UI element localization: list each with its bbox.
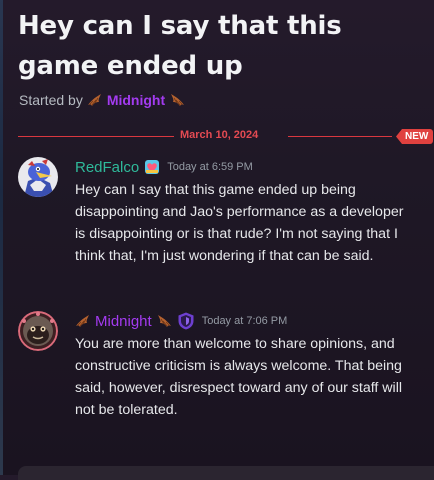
divider-date: March 10, 2024 [180,129,259,141]
username-redfalco[interactable]: RedFalco [75,159,139,176]
message-content: You are more than welcome to share opini… [75,336,402,418]
divider-line-left [18,136,174,137]
avatar-midnight[interactable] [18,311,58,351]
wing-icon [76,315,89,327]
wing-icon [171,94,185,106]
left-edge-strip [0,0,3,475]
message-item: Midnight Today at 7:06 PM You are more t… [18,311,424,447]
midnight-avatar-icon [18,311,58,351]
starter-name-link[interactable]: Midnight [107,92,165,108]
message-timestamp: Today at 7:06 PM [201,315,288,327]
message-item: RedFalco Today at 6:59 PM Hey can I say … [18,157,424,293]
falco-avatar-icon [18,157,58,197]
shield-icon[interactable] [176,311,196,331]
started-by-label: Started by [19,92,83,108]
message-header: RedFalco Today at 6:59 PM [75,157,253,177]
date-divider: March 10, 2024 NEW [18,128,434,146]
thread-title: Hey can I say that this game ended up [18,11,342,81]
username-midnight[interactable]: Midnight [95,313,152,330]
wing-icon [157,315,171,327]
new-messages-badge: NEW [396,129,434,144]
avatar-redfalco[interactable] [18,157,58,197]
message-content: Hey can I say that this game ended up be… [75,182,404,264]
thread-starter-line: Started by Midnight [19,92,185,108]
message-header: Midnight Today at 7:06 PM [75,311,287,331]
rainbow-heart-badge-icon[interactable] [143,158,161,176]
wing-icon [87,94,101,106]
message-composer[interactable] [18,466,434,480]
message-timestamp: Today at 6:59 PM [167,161,253,173]
divider-line-right [288,136,392,137]
